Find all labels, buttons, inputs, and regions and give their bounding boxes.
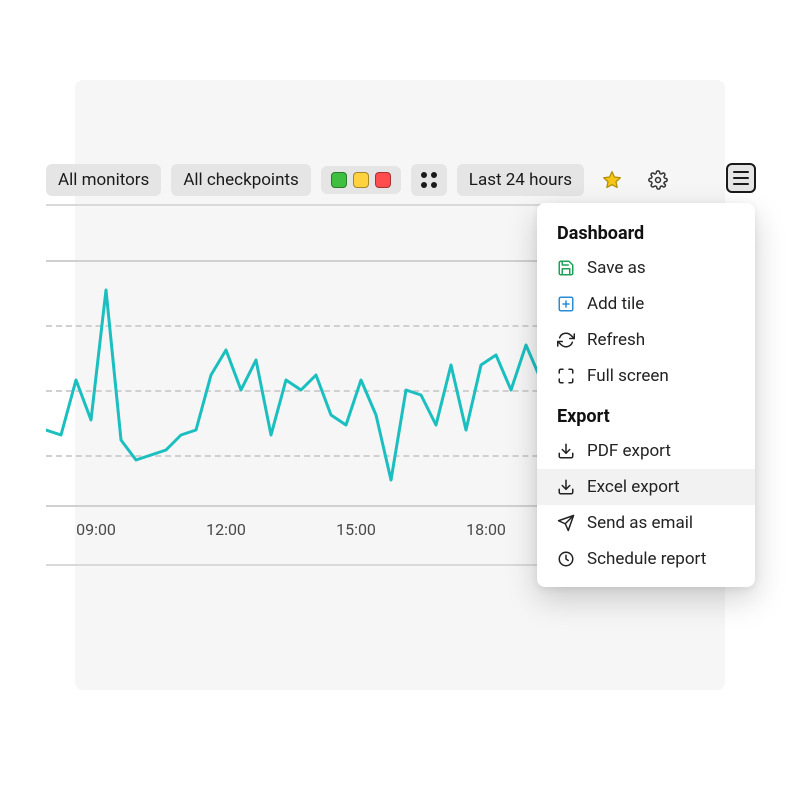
clock-icon <box>557 550 575 568</box>
timerange-label: Last 24 hours <box>469 170 572 190</box>
add-tile-icon <box>557 295 575 313</box>
checkpoints-filter-label: All checkpoints <box>183 170 298 190</box>
export-menu-item[interactable]: PDF export <box>537 433 755 469</box>
export-menu-item-label: PDF export <box>587 441 735 461</box>
menu-button[interactable] <box>726 163 756 193</box>
download-icon <box>557 478 575 496</box>
chart-x-tick-label: 12:00 <box>206 520 246 539</box>
chart-x-tick-label: 18:00 <box>466 520 506 539</box>
menu-icon-bar <box>733 183 749 185</box>
menu-icon-bar <box>733 177 749 179</box>
grid-view-button[interactable] <box>411 164 447 196</box>
export-menu-item[interactable]: Send as email <box>537 505 755 541</box>
export-menu-item[interactable]: Schedule report <box>537 541 755 577</box>
send-icon <box>557 514 575 532</box>
download-icon <box>557 442 575 460</box>
settings-button[interactable] <box>640 164 676 196</box>
timerange-filter[interactable]: Last 24 hours <box>457 164 584 196</box>
fullscreen-icon <box>557 367 575 385</box>
dropdown-heading-export: Export <box>537 400 755 433</box>
dashboard-menu-item[interactable]: Full screen <box>537 358 755 394</box>
chart-x-tick-label: 09:00 <box>76 520 116 539</box>
dropdown-heading-dashboard: Dashboard <box>537 217 755 250</box>
grid-icon <box>420 171 438 189</box>
export-menu-item-label: Excel export <box>587 477 735 497</box>
status-warn-icon <box>353 172 369 188</box>
monitors-filter-label: All monitors <box>58 170 149 190</box>
export-menu-item-label: Schedule report <box>587 549 735 569</box>
save-icon <box>557 259 575 277</box>
dashboard-menu-item-label: Save as <box>587 258 735 278</box>
checkpoints-filter[interactable]: All checkpoints <box>171 164 310 196</box>
favorite-button[interactable] <box>594 164 630 196</box>
dashboard-menu-dropdown: Dashboard Save as Add tile Refresh Full scr… <box>537 203 755 587</box>
menu-icon-bar <box>733 171 749 173</box>
dashboard-menu-item-label: Full screen <box>587 366 735 386</box>
status-ok-icon <box>331 172 347 188</box>
export-menu-item-label: Send as email <box>587 513 735 533</box>
status-filter[interactable] <box>321 166 401 194</box>
chart-x-tick-label: 15:00 <box>336 520 376 539</box>
dashboard-menu-item-label: Add tile <box>587 294 735 314</box>
refresh-icon <box>557 331 575 349</box>
dashboard-menu-item[interactable]: Add tile <box>537 286 755 322</box>
dashboard-menu-item-label: Refresh <box>587 330 735 350</box>
star-icon <box>602 170 622 190</box>
monitors-filter[interactable]: All monitors <box>46 164 161 196</box>
toolbar: All monitors All checkpoints Last 24 hou… <box>46 160 676 200</box>
export-menu-item[interactable]: Excel export <box>537 469 755 505</box>
dashboard-menu-item[interactable]: Save as <box>537 250 755 286</box>
status-error-icon <box>375 172 391 188</box>
dashboard-menu-item[interactable]: Refresh <box>537 322 755 358</box>
app-canvas: All monitors All checkpoints Last 24 hou… <box>0 0 800 800</box>
gear-icon <box>648 170 668 190</box>
